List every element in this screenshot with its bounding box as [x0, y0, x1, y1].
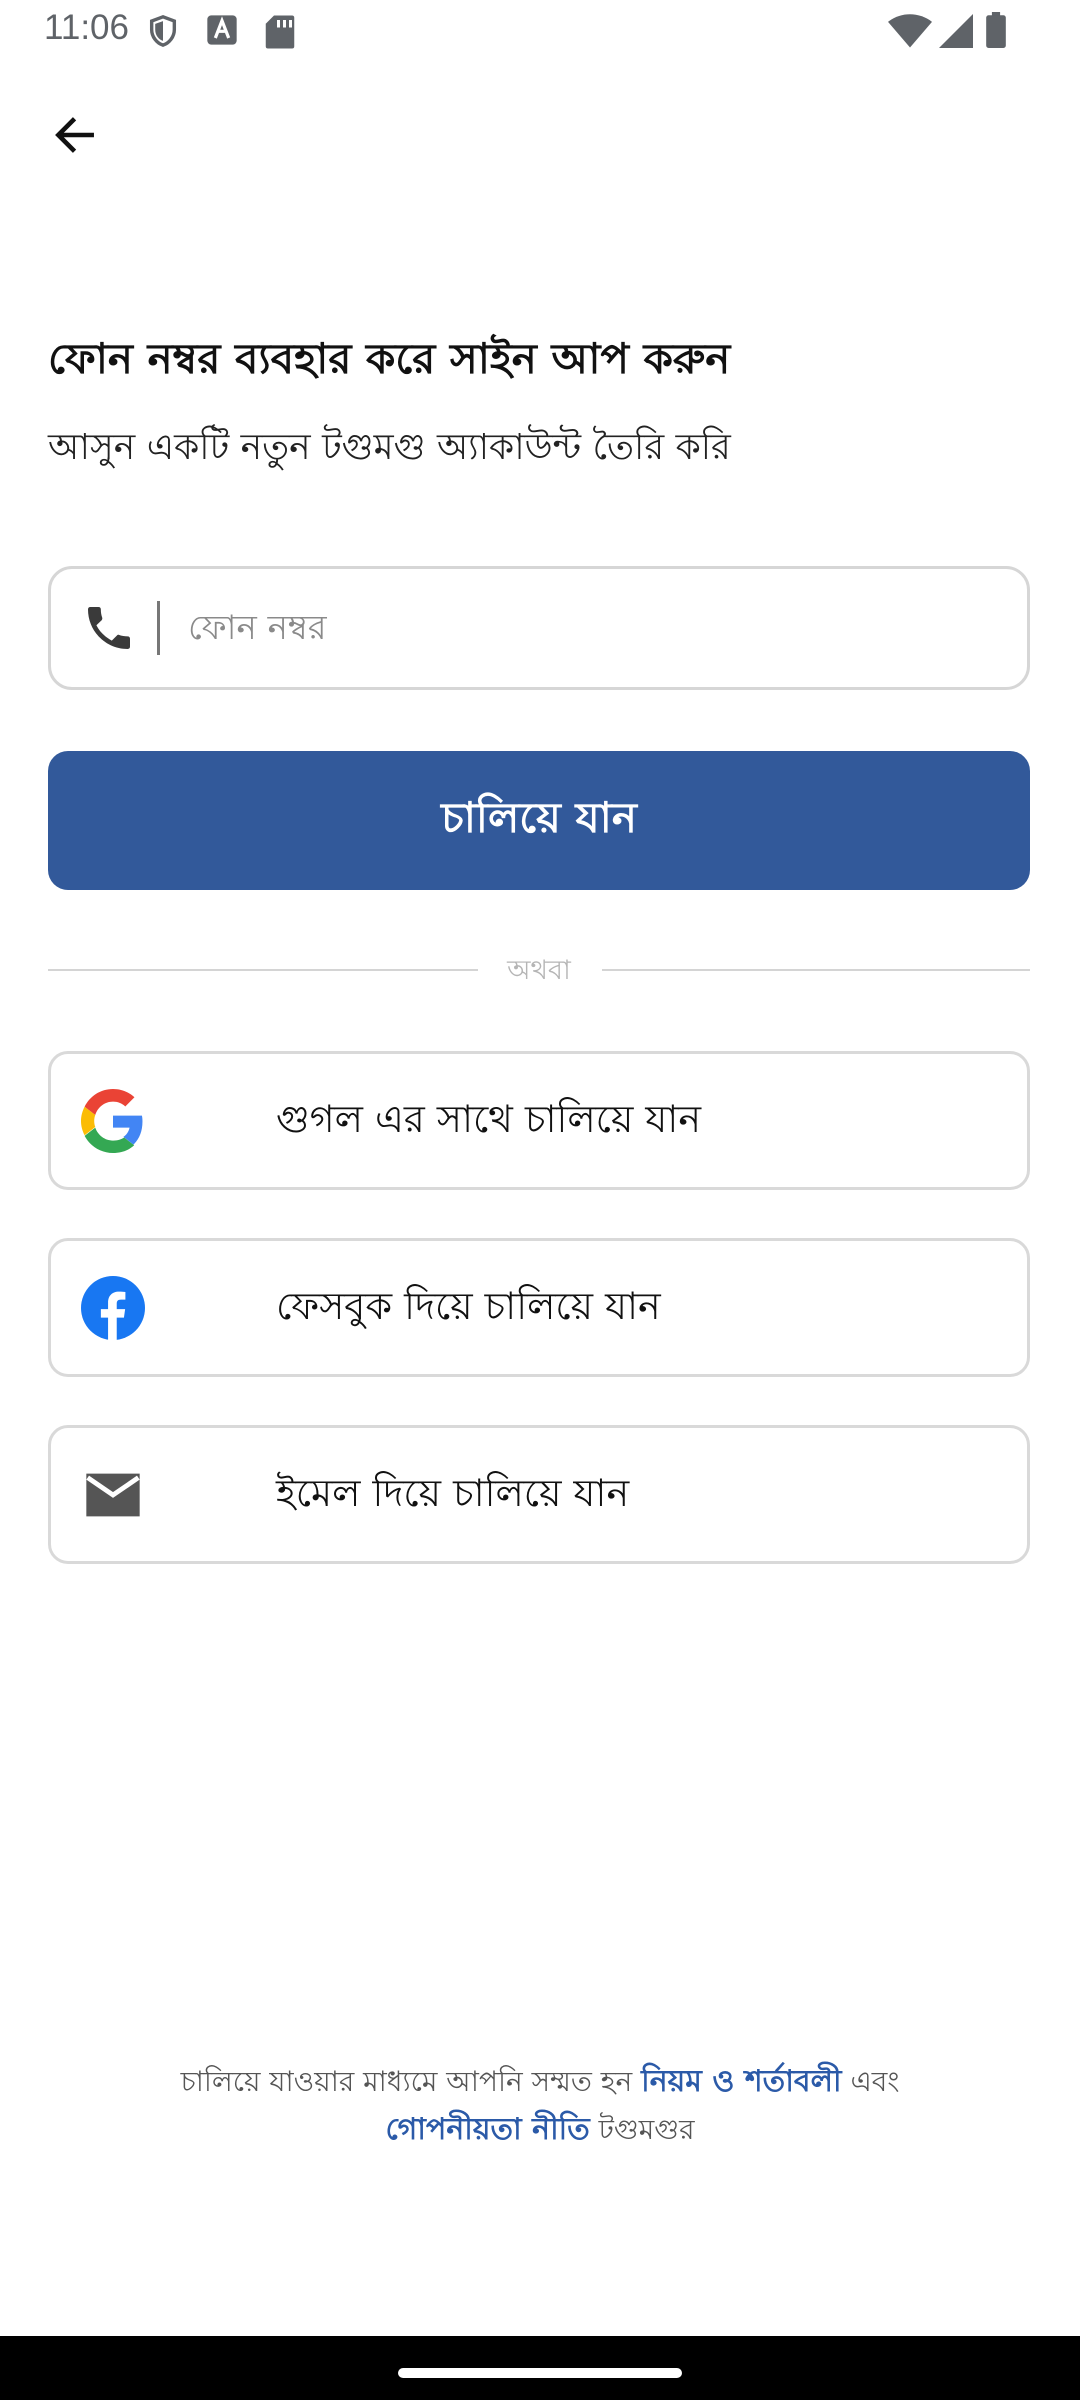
home-gesture-handle[interactable]	[398, 2368, 682, 2378]
email-icon	[86, 1473, 140, 1517]
phone-field-divider	[157, 601, 160, 655]
wifi-icon	[888, 14, 932, 48]
back-button[interactable]	[40, 100, 110, 170]
signal-icon	[939, 14, 973, 48]
sd-card-icon	[265, 15, 295, 49]
google-signin-button[interactable]: গুগল এর সাথে চালিয়ে যান	[48, 1051, 1030, 1190]
font-a-icon	[207, 15, 237, 45]
facebook-icon	[81, 1276, 145, 1340]
phone-field[interactable]	[48, 566, 1030, 690]
terms-link[interactable]: নিয়ম ও শর্তাবলী	[641, 2064, 841, 2099]
phone-icon	[88, 607, 130, 649]
legal-prefix: চালিয়ে যাওয়ার মাধ্যমে আপনি সম্মত হন	[180, 2065, 633, 2098]
email-signin-label: ইমেল দিয়ে চালিয়ে যান	[276, 1471, 630, 1515]
status-bar: 11:06	[0, 0, 1080, 64]
legal-notice: চালিয়ে যাওয়ার মাধ্যমে আপনি সম্মত হন নি…	[0, 2058, 1080, 2154]
facebook-signin-button[interactable]: ফেসবুক দিয়ে চালিয়ে যান	[48, 1238, 1030, 1377]
google-signin-label: গুগল এর সাথে চালিয়ে যান	[276, 1097, 702, 1141]
arrow-left-icon	[55, 117, 94, 153]
page-subtitle: আসুন একটি নতুন টগুমগু অ্যাকাউন্ট তৈরি কর…	[48, 427, 731, 468]
legal-suffix: টগুমগুর	[598, 2113, 695, 2146]
facebook-signin-label: ফেসবুক দিয়ে চালিয়ে যান	[276, 1284, 661, 1328]
or-divider: অথবা	[48, 950, 1030, 990]
battery-icon	[986, 12, 1006, 48]
privacy-link[interactable]: গোপনীয়তা নীতি	[385, 2112, 589, 2147]
phone-input[interactable]	[186, 587, 1027, 669]
divider-line-right	[602, 969, 1030, 971]
legal-and: এবং	[850, 2065, 900, 2098]
page-title: ফোন নম্বর ব্যবহার করে সাইন আপ করুন	[48, 334, 731, 383]
shield-icon	[149, 15, 177, 47]
continue-button[interactable]: চালিয়ে যান	[48, 751, 1030, 890]
google-icon	[81, 1089, 143, 1153]
system-nav-bar	[0, 2336, 1080, 2400]
email-signin-button[interactable]: ইমেল দিয়ে চালিয়ে যান	[48, 1425, 1030, 1564]
or-text: অথবা	[507, 955, 571, 986]
status-time: 11:06	[44, 8, 129, 47]
